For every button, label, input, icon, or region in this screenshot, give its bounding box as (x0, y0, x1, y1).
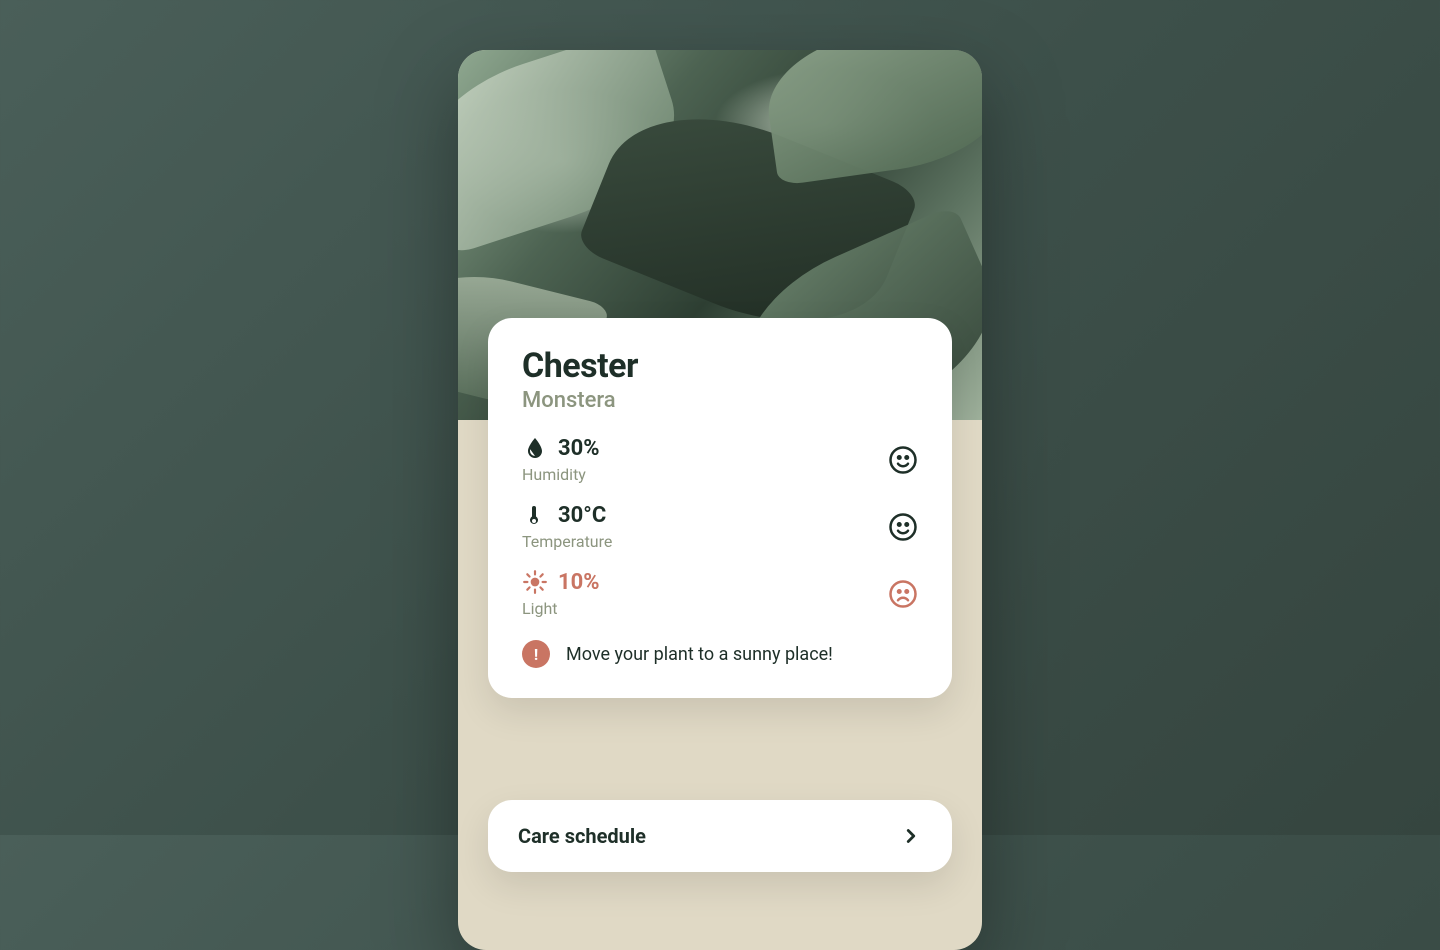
alert-message: Move your plant to a sunny place! (566, 644, 833, 665)
humidity-label: Humidity (522, 465, 600, 484)
metric-light: 10% Light (522, 569, 918, 618)
light-label: Light (522, 599, 600, 618)
frown-icon (888, 579, 918, 609)
light-value: 10% (558, 570, 600, 595)
metrics-list: 30% Humidity 30°C Tempera (522, 435, 918, 618)
humidity-icon (522, 435, 548, 461)
care-schedule-button[interactable]: Care schedule (488, 800, 952, 872)
metric-humidity: 30% Humidity (522, 435, 918, 484)
metric-temperature: 30°C Temperature (522, 502, 918, 551)
plant-status-card: Chester Monstera 30% Humidity (488, 318, 952, 698)
alert-row: ! Move your plant to a sunny place! (522, 640, 918, 668)
humidity-value: 30% (558, 436, 600, 461)
plant-species: Monstera (522, 388, 918, 413)
sun-icon (522, 569, 548, 595)
smile-icon (888, 512, 918, 542)
thermometer-icon (522, 502, 548, 528)
alert-icon: ! (522, 640, 550, 668)
plant-name: Chester (522, 346, 918, 386)
temperature-label: Temperature (522, 532, 612, 551)
chevron-right-icon (900, 825, 922, 847)
phone-frame: Chester Monstera 30% Humidity (458, 50, 982, 950)
temperature-value: 30°C (558, 503, 606, 528)
care-schedule-title: Care schedule (518, 824, 646, 848)
smile-icon (888, 445, 918, 475)
